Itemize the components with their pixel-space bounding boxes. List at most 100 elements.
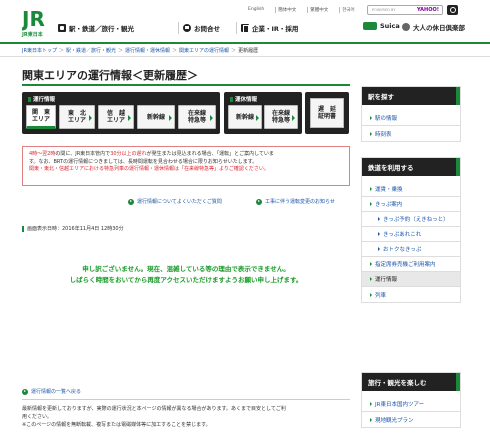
arrow-right-icon: [370, 116, 372, 120]
breadcrumb-item[interactable]: 駅・鉄道／旅行・観光: [66, 47, 116, 54]
faq-link-label: 運行情報についてよくいただくご質問: [137, 199, 222, 205]
tab-tohoku-area[interactable]: 東 北 エリア: [59, 105, 95, 129]
disclaimer-line: 用ください。: [22, 414, 53, 420]
sidebar-item-ticket-machine[interactable]: 指定席券売機ご利用案内: [362, 257, 460, 272]
sidebar-heading: 駅を探す: [362, 87, 460, 105]
timestamp-text: 画面表示日時：2016年11月4日 12時30分: [27, 226, 124, 232]
lang-simplified-chinese-link[interactable]: 簡体中文: [275, 7, 298, 13]
sidebar-item-deals[interactable]: おトクなきっぷ: [362, 242, 460, 257]
arrow-right-icon: [22, 388, 28, 395]
arrow-right-icon: [370, 292, 372, 297]
delay-certificate-button[interactable]: 遅 延 証明書: [310, 98, 344, 128]
tab-shinetsu-area[interactable]: 信 越 エリア: [98, 105, 134, 129]
operation-info-label: 運行情報: [28, 95, 55, 103]
sidebar-item-domestic-tour[interactable]: JR東日本国内ツアー: [362, 397, 460, 412]
sidebar-item-timetable[interactable]: 時刻表: [362, 126, 460, 141]
lang-korean-link[interactable]: 한국어: [339, 7, 356, 13]
arrow-right-icon: [370, 202, 372, 206]
tab-arrow-icon: [256, 115, 259, 121]
error-message-line: 申し訳ございません。現在、混雑している等の理由で表示できません。: [82, 265, 290, 273]
sidebar-item-fare[interactable]: 運賃・乗換: [362, 182, 460, 197]
sidebar-item-eki-net[interactable]: きっぷ予約（えきねっと）: [362, 212, 460, 227]
tab-suspension-shinkansen-label: 新幹線: [235, 113, 254, 121]
disclaimer: 最新情報を更新しておりますが、実際の運行状況と本ページの情報が異なる場合がありま…: [22, 405, 350, 429]
nav-corporate[interactable]: 企業・IR・採用: [241, 21, 298, 35]
footer-divider: [22, 399, 350, 400]
sidebar-item-label: JR東日本国内ツアー: [375, 402, 425, 408]
language-links: English 簡体中文 繁體中文 한국어: [246, 7, 357, 13]
page-title: 関東エリアの運行情報＜更新履歴＞: [22, 69, 198, 82]
suspension-info-label: 運休情報: [230, 95, 257, 103]
arrow-right-icon: [128, 198, 134, 205]
sidebar-item-tickets[interactable]: きっぷ案内: [362, 197, 460, 212]
tab-arrow-icon: [210, 115, 213, 121]
otona-club-link[interactable]: 大人の休日倶楽部: [402, 22, 465, 32]
breadcrumb-item[interactable]: JR東日本トップ: [22, 47, 57, 54]
sidebar-item-local-plans[interactable]: 現地観光プラン: [362, 412, 460, 427]
breadcrumb: JR東日本トップ＞ 駅・鉄道／旅行・観光＞ 運行情報・運休情報＞ 関東エリアの運…: [22, 47, 259, 54]
sidebar-heading: 旅行・観光を楽しむ: [362, 373, 460, 391]
tab-kanto-area[interactable]: 関 東 エリア: [26, 105, 56, 129]
lang-english-link[interactable]: English: [246, 7, 266, 13]
tab-shinkansen-label: 新幹線: [146, 113, 165, 121]
nav-divider: [178, 22, 179, 34]
sidebar-item-station-info[interactable]: 駅の情報: [362, 111, 460, 126]
back-to-list-link[interactable]: 運行情報の一覧へ戻る: [22, 388, 81, 395]
site-header: JR JR東日本 English 簡体中文 繁體中文 한국어 POWERED B…: [0, 0, 490, 44]
tab-limited-express-label: 在来線 特急等: [187, 110, 206, 124]
nav-train-travel-label: 駅・鉄道／旅行・観光: [69, 25, 134, 33]
search-input[interactable]: POWERED BY YAHOO!: [367, 5, 443, 15]
suica-card-icon: [363, 22, 377, 30]
arrow-right-icon: [370, 262, 372, 266]
lang-traditional-chinese-link[interactable]: 繁體中文: [307, 7, 330, 13]
search-button[interactable]: [447, 5, 458, 15]
notice-limited-express-text: 関東・東北・信越エリアにおける特急列車の運行情報・運休情報は「在来線特急等」より…: [29, 166, 269, 172]
delay-certificate-box: 遅 延 証明書: [305, 92, 349, 134]
construction-link[interactable]: 工事に伴う運転変更のお知らせ: [256, 198, 335, 205]
arrow-right-icon: [378, 217, 380, 221]
tab-shinkansen[interactable]: 新幹線: [137, 105, 175, 129]
suica-label: Suica: [380, 22, 400, 30]
tab-limited-express[interactable]: 在来線 特急等: [178, 105, 216, 129]
sidebar-item-label: 駅の情報: [375, 116, 398, 122]
notice-hours: 4時～翌2時: [29, 151, 56, 157]
error-message-line: しばらく時間をおいてから再度アクセスいただけますようお願い申し上げます。: [69, 276, 303, 284]
otona-club-icon: [402, 23, 410, 31]
arrow-right-icon: [256, 198, 262, 205]
nav-contact[interactable]: お問合せ: [183, 21, 220, 35]
arrow-right-icon: [370, 402, 372, 406]
sidebar-item-ticket-misc[interactable]: きっぷあれこれ: [362, 227, 460, 242]
suica-link[interactable]: Suica: [363, 22, 400, 30]
error-message: 申し訳ございません。現在、混雑している等の理由で表示できません。 しばらく時間を…: [22, 264, 350, 286]
faq-link[interactable]: 運行情報についてよくいただくご質問: [128, 198, 222, 205]
tab-arrow-icon: [89, 115, 92, 121]
svg-text:JR: JR: [22, 7, 45, 31]
sidebar-heading: 鉄道を利用する: [362, 158, 460, 176]
notice-text: の間に、JR東日本管内で: [55, 151, 111, 157]
sidebar-item-trains[interactable]: 列車: [362, 287, 460, 302]
breadcrumb-item[interactable]: 運行情報・運休情報: [125, 47, 170, 54]
yahoo-logo: YAHOO!: [417, 7, 439, 13]
disclaimer-line: ※このページの情報を無断転載、複写または電磁媒体等に加工することを禁じます。: [22, 422, 211, 428]
arrow-right-icon: [370, 187, 372, 191]
sidebar-item-label: 時刻表: [375, 131, 392, 138]
nav-train-travel[interactable]: 駅・鉄道／旅行・観光: [58, 21, 134, 35]
sidebar-item-label: きっぷ案内: [375, 202, 403, 208]
tab-suspension-shinkansen[interactable]: 新幹線: [228, 105, 262, 129]
breadcrumb-item[interactable]: 関東エリアの運行情報: [179, 47, 229, 54]
nav-contact-label: お問合せ: [194, 25, 220, 33]
sidebar-item-label: 運行情報: [375, 277, 398, 283]
display-timestamp: 画面表示日時：2016年11月4日 12時30分: [22, 225, 124, 232]
sidebar-item-label: 列車: [375, 292, 387, 299]
notice-text: す。なお、BRTの運行情報につきましては、長時間運転を見合わせる場合に限りお知ら…: [29, 158, 258, 165]
jr-logo-icon[interactable]: JR: [22, 6, 46, 32]
breadcrumb-divider: [0, 56, 490, 57]
sidebar-item-operation-info[interactable]: 運行情報: [362, 272, 460, 287]
tab-suspension-limited-express[interactable]: 在来線 特急等: [264, 105, 298, 129]
back-to-list-label: 運行情報の一覧へ戻る: [31, 389, 82, 395]
tab-arrow-icon: [169, 115, 172, 121]
speech-bubble-icon: [183, 24, 191, 32]
operation-info-tabs: 運行情報 関 東 エリア 東 北 エリア 信 越 エリア 新幹線 在来線 特急等: [22, 92, 220, 134]
arrow-right-icon: [370, 417, 372, 422]
train-icon: [58, 24, 66, 32]
